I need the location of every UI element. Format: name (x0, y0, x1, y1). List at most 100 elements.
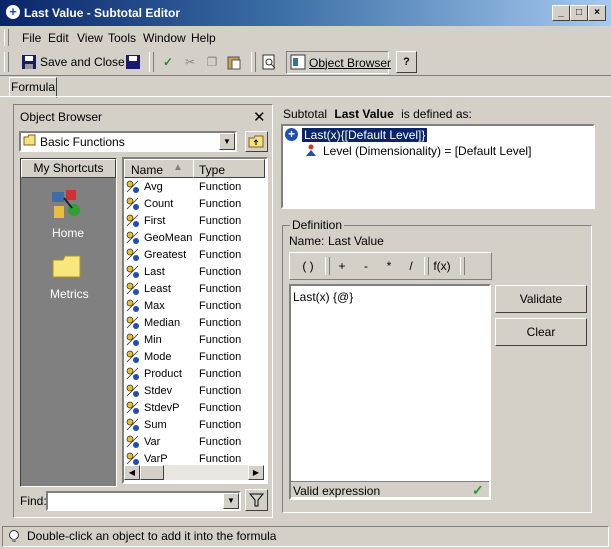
toolbar-grip (4, 52, 9, 72)
definition-tree: + Last(x){[Default Level]} Level (Dimens… (281, 124, 595, 209)
function-row[interactable]: Last Function (124, 264, 264, 281)
function-row[interactable]: Avg Function (124, 179, 264, 196)
shortcut-metrics-label[interactable]: Metrics (50, 287, 89, 301)
clear-button[interactable]: Clear (495, 318, 587, 346)
subtotal-name: Last Value (334, 107, 394, 121)
operator-multiply[interactable]: * (381, 255, 397, 277)
folder-up-button[interactable] (245, 131, 268, 152)
function-row[interactable]: First Function (124, 213, 264, 230)
save-icon-small[interactable] (125, 54, 141, 70)
maximize-button[interactable]: □ (570, 5, 588, 21)
toolbar: Save and Close ✓ ✂ ❐ Object Browser ? (0, 49, 611, 75)
metrics-folder-icon[interactable] (52, 254, 82, 278)
function-row[interactable]: StdevP Function (124, 400, 264, 417)
tree-child-node[interactable]: Level (Dimensionality) = [Default Level] (323, 144, 531, 158)
toolbar-separator-2 (251, 52, 256, 72)
function-name: Greatest (144, 249, 187, 261)
function-name: Median (144, 317, 181, 329)
shortcut-home-label[interactable]: Home (52, 226, 84, 240)
menu-file[interactable]: File (22, 31, 41, 45)
function-button[interactable]: f(x) (429, 255, 455, 277)
function-name: Product (144, 368, 182, 380)
folder-value: Basic Functions (40, 135, 125, 149)
cut-icon[interactable]: ✂ (182, 54, 198, 70)
scroll-left-icon[interactable]: ◀ (124, 465, 140, 480)
menu-tools[interactable]: Tools (108, 31, 136, 45)
validation-status: Valid expression (293, 484, 381, 498)
subtotal-suffix: is defined as: (401, 107, 472, 121)
chevron-down-icon[interactable]: ▼ (219, 133, 235, 150)
find-dropdown-icon[interactable]: ▼ (223, 493, 239, 509)
menu-bar: File Edit View Tools Window Help (0, 27, 611, 49)
operator-divide[interactable]: / (403, 255, 419, 277)
operator-parentheses[interactable]: ( ) (296, 255, 320, 277)
function-row[interactable]: Sum Function (124, 417, 264, 434)
column-header-name[interactable]: Name ▲ (124, 159, 194, 178)
function-row[interactable]: Greatest Function (124, 247, 264, 264)
close-button[interactable]: × (588, 5, 606, 21)
scrollbar-thumb[interactable] (140, 465, 164, 480)
preview-icon[interactable] (261, 54, 277, 70)
function-type: Function (199, 334, 242, 346)
function-icon (126, 231, 140, 245)
function-type: Function (199, 453, 242, 465)
close-panel-icon[interactable]: ✕ (253, 108, 266, 126)
paste-icon[interactable] (226, 54, 242, 70)
save-and-close-button[interactable]: Save and Close (40, 52, 125, 72)
operator-plus[interactable]: + (334, 255, 350, 277)
function-row[interactable]: Product Function (124, 366, 264, 383)
function-type: Function (199, 317, 242, 329)
function-icon (126, 316, 140, 330)
find-input[interactable]: ▼ (46, 491, 241, 511)
function-name: Stdev (144, 385, 173, 397)
function-name: Count (144, 198, 174, 210)
horizontal-scrollbar[interactable]: ◀ ▶ (124, 465, 264, 480)
toolbar-separator (149, 52, 154, 72)
status-text: Double-click an object to add it into th… (27, 529, 277, 543)
scroll-right-icon[interactable]: ▶ (248, 465, 264, 480)
function-row[interactable]: Min Function (124, 332, 264, 349)
function-name: Last (144, 266, 165, 278)
validate-button[interactable]: Validate (495, 285, 587, 313)
filter-button[interactable] (245, 489, 268, 511)
object-browser-toggle[interactable]: Object Browser (286, 51, 391, 74)
tab-formula[interactable]: Formula (9, 77, 57, 98)
function-row[interactable]: GeoMean Function (124, 230, 264, 247)
folder-dropdown[interactable]: Basic Functions ▼ (19, 131, 237, 152)
function-name: StdevP (144, 402, 180, 414)
function-list: Name ▲ Type Avg Function Count Function Firs… (122, 157, 268, 484)
operator-minus[interactable]: - (358, 255, 374, 277)
menu-window[interactable]: Window (143, 31, 186, 45)
formula-text[interactable]: Last(x) {@} (293, 290, 353, 304)
function-rows: Avg Function Count Function First Function Geo… (124, 179, 264, 465)
formula-editor[interactable]: Last(x) {@} (289, 284, 491, 500)
validation-bar: Valid expression ✓ (291, 481, 489, 498)
shortcuts-title[interactable]: My Shortcuts (21, 159, 116, 178)
function-row[interactable]: Stdev Function (124, 383, 264, 400)
column-type-label: Type (199, 163, 226, 177)
function-row[interactable]: VarP Function (124, 451, 264, 465)
function-row[interactable]: Least Function (124, 281, 264, 298)
home-icon[interactable] (48, 188, 84, 222)
function-row[interactable]: Mode Function (124, 349, 264, 366)
copy-icon[interactable]: ❐ (204, 54, 220, 70)
operator-toolbar: ( ) + - * / f(x) (289, 252, 492, 280)
menu-help[interactable]: Help (191, 31, 216, 45)
function-icon (126, 197, 140, 211)
function-row[interactable]: Var Function (124, 434, 264, 451)
function-type: Function (199, 232, 242, 244)
menu-edit[interactable]: Edit (48, 31, 69, 45)
function-icon (126, 265, 140, 279)
menu-view[interactable]: View (77, 31, 103, 45)
check-syntax-icon[interactable]: ✓ (160, 54, 176, 70)
function-row[interactable]: Max Function (124, 298, 264, 315)
column-header-type[interactable]: Type (193, 159, 265, 178)
tree-root-node[interactable]: Last(x){[Default Level]} (300, 127, 429, 143)
function-icon (126, 333, 140, 347)
function-row[interactable]: Median Function (124, 315, 264, 332)
function-row[interactable]: Count Function (124, 196, 264, 213)
help-icon[interactable]: ? (396, 51, 417, 73)
minimize-button[interactable]: _ (552, 5, 570, 21)
folder-icon (23, 134, 37, 146)
plus-node-icon[interactable]: + (285, 128, 298, 141)
